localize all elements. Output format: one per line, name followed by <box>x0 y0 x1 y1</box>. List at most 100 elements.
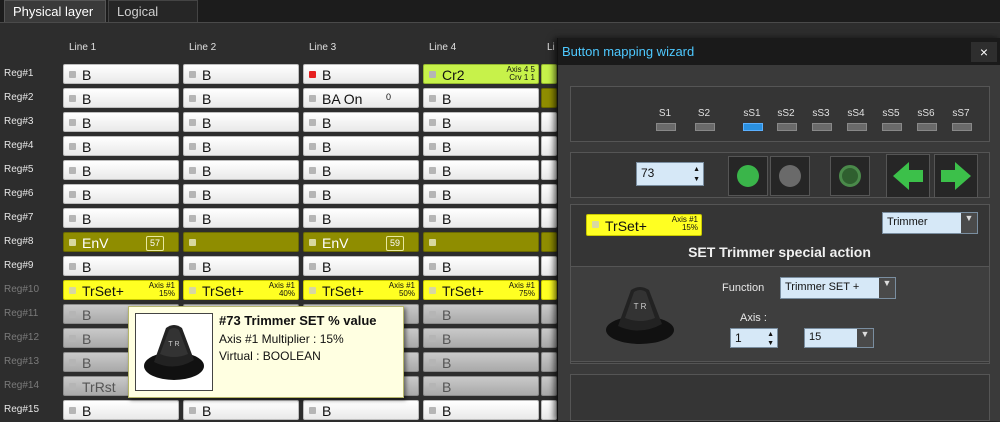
mapping-cell[interactable]: B <box>63 136 179 156</box>
mapping-cell[interactable]: B <box>303 208 419 228</box>
stepper-down-icon[interactable]: ▼ <box>767 340 774 347</box>
mapping-cell[interactable]: EnV 57 <box>63 232 179 252</box>
mapping-cell[interactable]: B <box>423 208 539 228</box>
mapping-cell[interactable]: B <box>63 184 179 204</box>
mapping-cell[interactable]: B <box>303 136 419 156</box>
line-header: Line 4 <box>429 42 457 53</box>
percent-select[interactable]: 15 ▼ <box>804 328 874 348</box>
row-label: Reg#4 <box>4 140 34 151</box>
mapping-cell[interactable]: B <box>63 256 179 276</box>
cell-label: B <box>322 115 332 131</box>
reset-button[interactable] <box>830 156 870 196</box>
mapping-cell[interactable]: B <box>303 256 419 276</box>
mapping-cell[interactable] <box>541 88 557 108</box>
function-select[interactable]: Trimmer SET + ▼ <box>780 277 896 299</box>
state-indicator-icon <box>309 239 316 246</box>
chevron-down-icon[interactable]: ▼ <box>857 329 873 347</box>
mapping-cell[interactable]: BA On 0 <box>303 88 419 108</box>
shift-indicator[interactable] <box>882 123 902 131</box>
mapping-cell[interactable]: B <box>63 112 179 132</box>
tab-logical-layer[interactable]: Logical layer <box>108 0 198 41</box>
mapping-cell[interactable] <box>541 376 557 396</box>
mapping-cell[interactable]: B <box>423 88 539 108</box>
mapping-cell[interactable]: B <box>63 160 179 180</box>
mapping-cell[interactable]: B <box>423 256 539 276</box>
mapping-cell[interactable]: B <box>303 112 419 132</box>
shift-indicator[interactable] <box>952 123 972 131</box>
shift-indicator[interactable] <box>777 123 797 131</box>
mapping-cell[interactable]: TrSet+ Axis #1 75% <box>423 280 539 300</box>
shift-indicator[interactable] <box>743 123 763 131</box>
copy-button[interactable] <box>728 156 768 196</box>
mapping-cell[interactable]: TrSet+ Axis #1 40% <box>183 280 299 300</box>
mapping-cell[interactable] <box>541 280 557 300</box>
mapping-cell[interactable]: B <box>183 112 299 132</box>
mapping-cell[interactable]: B <box>183 184 299 204</box>
mapping-cell[interactable]: B <box>423 304 539 324</box>
button-number-stepper[interactable]: 73 ▲ ▼ <box>636 162 704 186</box>
chevron-down-icon[interactable]: ▼ <box>879 278 895 298</box>
mapping-cell[interactable]: B <box>183 136 299 156</box>
mapping-cell[interactable]: B <box>183 160 299 180</box>
mode-select-value: Trimmer <box>887 216 928 228</box>
shift-indicator[interactable] <box>847 123 867 131</box>
mapping-cell[interactable]: B <box>183 256 299 276</box>
mapping-cell[interactable] <box>541 184 557 204</box>
mapping-cell[interactable]: B <box>423 136 539 156</box>
stepper-up-icon[interactable]: ▲ <box>693 166 700 173</box>
shift-indicator[interactable] <box>695 123 715 131</box>
mapping-cell[interactable]: B <box>423 352 539 372</box>
mapping-cell[interactable] <box>541 304 557 324</box>
chevron-down-icon[interactable]: ▼ <box>961 213 977 233</box>
close-button[interactable]: × <box>971 42 997 62</box>
previous-button[interactable] <box>886 154 930 198</box>
mode-select[interactable]: Trimmer ▼ <box>882 212 978 234</box>
stepper-up-icon[interactable]: ▲ <box>767 331 774 338</box>
mapping-cell[interactable]: B <box>303 160 419 180</box>
mapping-cell[interactable]: B <box>423 112 539 132</box>
tab-physical-layer[interactable]: Physical layer <box>4 0 106 22</box>
mapping-cell[interactable]: EnV 59 <box>303 232 419 252</box>
state-indicator-icon <box>309 119 316 126</box>
stepper-down-icon[interactable]: ▼ <box>693 176 700 183</box>
mapping-cell[interactable]: B <box>423 376 539 396</box>
mapping-cell[interactable]: B <box>303 184 419 204</box>
mapping-cell[interactable] <box>541 160 557 180</box>
mapping-cell[interactable] <box>183 232 299 252</box>
mapping-cell[interactable]: Cr2 Axis 4 5 Crv 1 1 <box>423 64 539 84</box>
mapping-cell[interactable]: B <box>63 88 179 108</box>
mapping-cell[interactable]: B <box>183 208 299 228</box>
shift-indicator[interactable] <box>812 123 832 131</box>
mapping-cell[interactable] <box>541 256 557 276</box>
next-button[interactable] <box>934 154 978 198</box>
mapping-cell[interactable]: B <box>63 400 179 420</box>
mapping-cell[interactable] <box>541 232 557 252</box>
mapping-cell[interactable]: B <box>63 64 179 84</box>
mapping-cell[interactable]: TrSet+ Axis #1 50% <box>303 280 419 300</box>
shift-indicator[interactable] <box>656 123 676 131</box>
mapping-cell[interactable] <box>541 400 557 420</box>
mapping-cell[interactable]: B <box>423 184 539 204</box>
mapping-cell[interactable]: B <box>183 64 299 84</box>
shift-indicator[interactable] <box>917 123 937 131</box>
mapping-cell[interactable] <box>541 112 557 132</box>
mapping-cell[interactable]: B <box>183 400 299 420</box>
mapping-cell[interactable] <box>541 208 557 228</box>
mapping-cell[interactable] <box>541 64 557 84</box>
mapping-cell[interactable]: B <box>183 88 299 108</box>
mapping-cell[interactable]: B <box>423 328 539 348</box>
mapping-cell[interactable] <box>423 232 539 252</box>
mapping-cell[interactable]: B <box>63 208 179 228</box>
mapping-cell[interactable] <box>541 328 557 348</box>
mapping-cell[interactable]: B <box>303 64 419 84</box>
mapping-cell[interactable] <box>541 352 557 372</box>
svg-text:T R: T R <box>634 302 647 311</box>
mapping-cell[interactable]: TrSet+ Axis #1 15% <box>63 280 179 300</box>
mapping-cell[interactable]: B <box>303 400 419 420</box>
mapping-cell[interactable] <box>541 136 557 156</box>
paste-button[interactable] <box>770 156 810 196</box>
mapping-cell[interactable]: B <box>423 400 539 420</box>
cell-label: B <box>82 331 92 347</box>
axis-stepper[interactable]: 1 ▲ ▼ <box>730 328 778 348</box>
mapping-cell[interactable]: B <box>423 160 539 180</box>
